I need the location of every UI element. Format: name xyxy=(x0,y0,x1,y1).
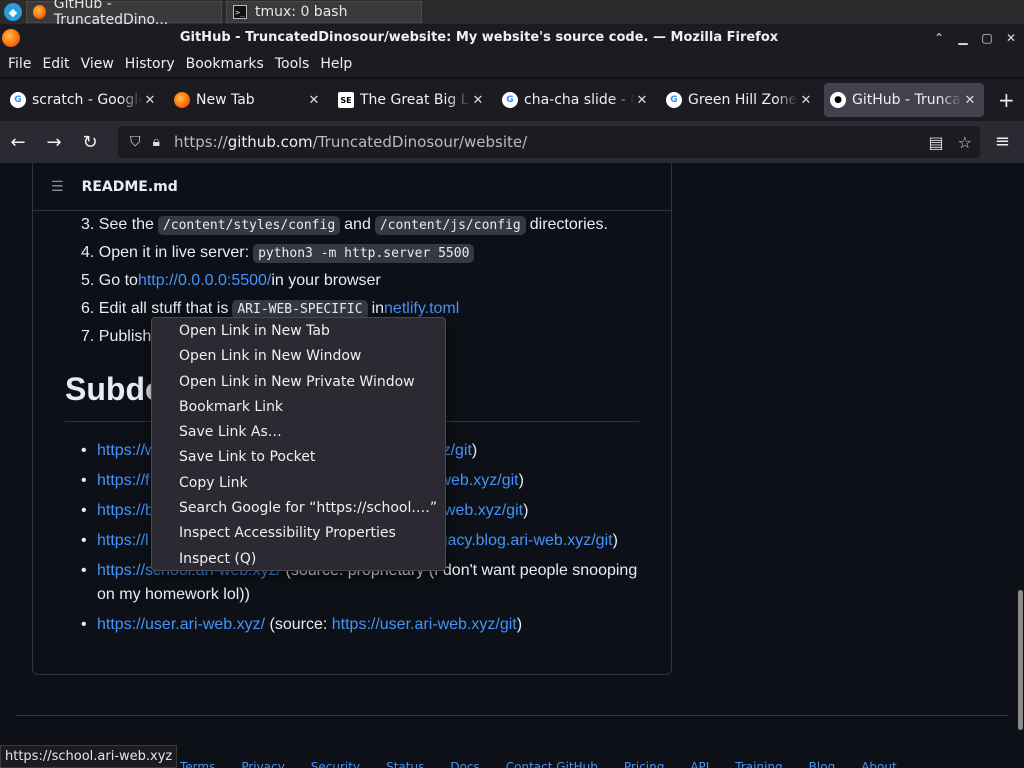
navigation-toolbar: ← → ↻ ⛉ 🔒︎ https://github.com/TruncatedD… xyxy=(0,121,1024,163)
tab-strip: G scratch - Google Docs ✕ New Tab ✕ SE T… xyxy=(0,79,1024,121)
menu-history[interactable]: History xyxy=(121,56,179,72)
footer-links: Terms Privacy Security Status Docs Conta… xyxy=(180,760,897,768)
google-icon: G xyxy=(502,92,518,108)
app-menu-button[interactable]: ≡ xyxy=(995,131,1010,152)
taskbar-task-terminal[interactable]: >_ tmux: 0 bash xyxy=(226,1,422,23)
back-button[interactable]: ← xyxy=(0,132,36,153)
close-icon[interactable]: ✕ xyxy=(470,93,486,108)
os-menu-icon[interactable]: ◆ xyxy=(4,3,22,21)
menu-open-new-window[interactable]: Open Link in New Window xyxy=(152,344,445,369)
menu-bookmark-link[interactable]: Bookmark Link xyxy=(152,395,445,420)
url-bar[interactable]: ⛉ 🔒︎ https://github.com/TruncatedDinosou… xyxy=(118,126,980,158)
list-icon[interactable]: ☰ xyxy=(51,179,64,195)
window-titlebar: GitHub - TruncatedDinosour/website: My w… xyxy=(0,24,1024,51)
footer-link-status[interactable]: Status xyxy=(386,760,424,768)
close-icon[interactable]: ✕ xyxy=(634,93,650,108)
menu-search-google[interactable]: Search Google for “https://school.…” xyxy=(152,496,445,521)
user-git-link[interactable]: https://user.ari-web.xyz/git xyxy=(332,616,517,633)
list-item: 3. See the /content/styles/config and /c… xyxy=(81,215,608,235)
menu-help[interactable]: Help xyxy=(316,56,356,72)
close-icon[interactable]: ✕ xyxy=(962,93,978,108)
menu-bookmarks[interactable]: Bookmarks xyxy=(182,56,268,72)
taskbar-task-label: tmux: 0 bash xyxy=(255,4,348,20)
menu-file[interactable]: File xyxy=(4,56,35,72)
footer-link-pricing[interactable]: Pricing xyxy=(624,760,664,768)
subdomains-heading: Subdo xyxy=(65,371,165,407)
page-scrollbar[interactable] xyxy=(1018,590,1023,730)
close-icon[interactable]: ✕ xyxy=(306,93,322,108)
firefox-icon xyxy=(33,5,46,19)
menu-open-private-window[interactable]: Open Link in New Private Window xyxy=(152,370,445,395)
stackexchange-icon: SE xyxy=(338,92,354,108)
readme-title: README.md xyxy=(81,178,178,195)
firefox-icon xyxy=(174,92,190,108)
user-link[interactable]: https://user.ari-web.xyz/ xyxy=(97,616,265,633)
terminal-icon: >_ xyxy=(233,5,247,19)
shield-icon[interactable]: ⛉ xyxy=(130,134,141,150)
list-item: 4. Open it in live server: python3 -m ht… xyxy=(81,239,608,267)
menu-save-link-as[interactable]: Save Link As… xyxy=(152,420,445,445)
reader-view-icon[interactable]: ▤ xyxy=(929,133,944,152)
tab-green-hill-zone[interactable]: G Green Hill Zone - Google ✕ xyxy=(660,83,820,117)
google-icon: G xyxy=(666,92,682,108)
tab-cha-cha-slide[interactable]: G cha-cha slide - Google ✕ xyxy=(496,83,656,117)
close-icon[interactable]: ✕ xyxy=(142,93,158,108)
google-icon: G xyxy=(10,92,26,108)
footer-link-training[interactable]: Training xyxy=(735,760,782,768)
minimize-button[interactable]: ▁ xyxy=(952,31,974,45)
menu-save-to-pocket[interactable]: Save Link to Pocket xyxy=(152,445,445,470)
footer-link-security[interactable]: Security xyxy=(311,760,360,768)
firefox-icon xyxy=(2,28,20,47)
lock-icon[interactable]: 🔒︎ xyxy=(153,134,160,150)
footer-link-contact[interactable]: Contact GitHub xyxy=(506,760,598,768)
footer-link-about[interactable]: About xyxy=(861,760,896,768)
chevron-up-icon[interactable]: ⌃ xyxy=(928,31,950,45)
menu-open-new-tab[interactable]: Open Link in New Tab xyxy=(152,319,445,344)
list-item: 5. Go to http://0.0.0.0:5500/ in your br… xyxy=(81,272,381,290)
link-context-menu: Open Link in New Tab Open Link in New Wi… xyxy=(151,317,446,571)
footer-link-terms[interactable]: Terms xyxy=(180,760,215,768)
maximize-button[interactable]: ▢ xyxy=(976,31,998,45)
menu-inspect[interactable]: Inspect (Q) xyxy=(152,547,445,572)
list-item: https://user.ari-web.xyz/ (source: https… xyxy=(81,613,641,637)
tab-scratch[interactable]: G scratch - Google Docs ✕ xyxy=(4,83,164,117)
github-icon: ● xyxy=(830,92,846,108)
close-window-button[interactable]: ✕ xyxy=(1000,31,1022,45)
netlify-toml-link[interactable]: netlify.toml xyxy=(384,300,459,318)
footer-link-docs[interactable]: Docs xyxy=(450,760,479,768)
new-tab-button[interactable]: + xyxy=(998,88,1015,112)
menu-inspect-accessibility[interactable]: Inspect Accessibility Properties xyxy=(152,521,445,546)
footer-link-blog[interactable]: Blog xyxy=(809,760,836,768)
reload-button[interactable]: ↻ xyxy=(72,132,108,153)
bookmark-star-icon[interactable]: ☆ xyxy=(958,133,972,152)
tab-github[interactable]: ● GitHub - TruncatedDinosour ✕ xyxy=(824,83,984,117)
readme-header: ☰ README.md xyxy=(33,163,671,211)
tab-new-tab[interactable]: New Tab ✕ xyxy=(168,83,328,117)
forward-button[interactable]: → xyxy=(36,132,72,153)
localhost-link[interactable]: http://0.0.0.0:5500/ xyxy=(138,272,271,290)
tab-great-big-list[interactable]: SE The Great Big List ✕ xyxy=(332,83,492,117)
menu-tools[interactable]: Tools xyxy=(271,56,314,72)
os-taskbar: ◆ GitHub - TruncatedDino... >_ tmux: 0 b… xyxy=(0,0,1024,28)
menu-edit[interactable]: Edit xyxy=(38,56,73,72)
window-title: GitHub - TruncatedDinosour/website: My w… xyxy=(179,30,779,45)
status-url: https://school.ari-web.xyz xyxy=(0,745,178,768)
footer-link-privacy[interactable]: Privacy xyxy=(241,760,284,768)
menu-copy-link[interactable]: Copy Link xyxy=(152,471,445,496)
footer-divider xyxy=(16,715,1008,716)
url-text[interactable]: https://github.com/TruncatedDinosour/web… xyxy=(174,133,527,151)
footer-link-api[interactable]: API xyxy=(690,760,709,768)
menu-bar: File Edit View History Bookmarks Tools H… xyxy=(0,51,1024,77)
menu-view[interactable]: View xyxy=(77,56,118,72)
close-icon[interactable]: ✕ xyxy=(798,93,814,108)
taskbar-task-firefox[interactable]: GitHub - TruncatedDino... xyxy=(26,0,222,28)
